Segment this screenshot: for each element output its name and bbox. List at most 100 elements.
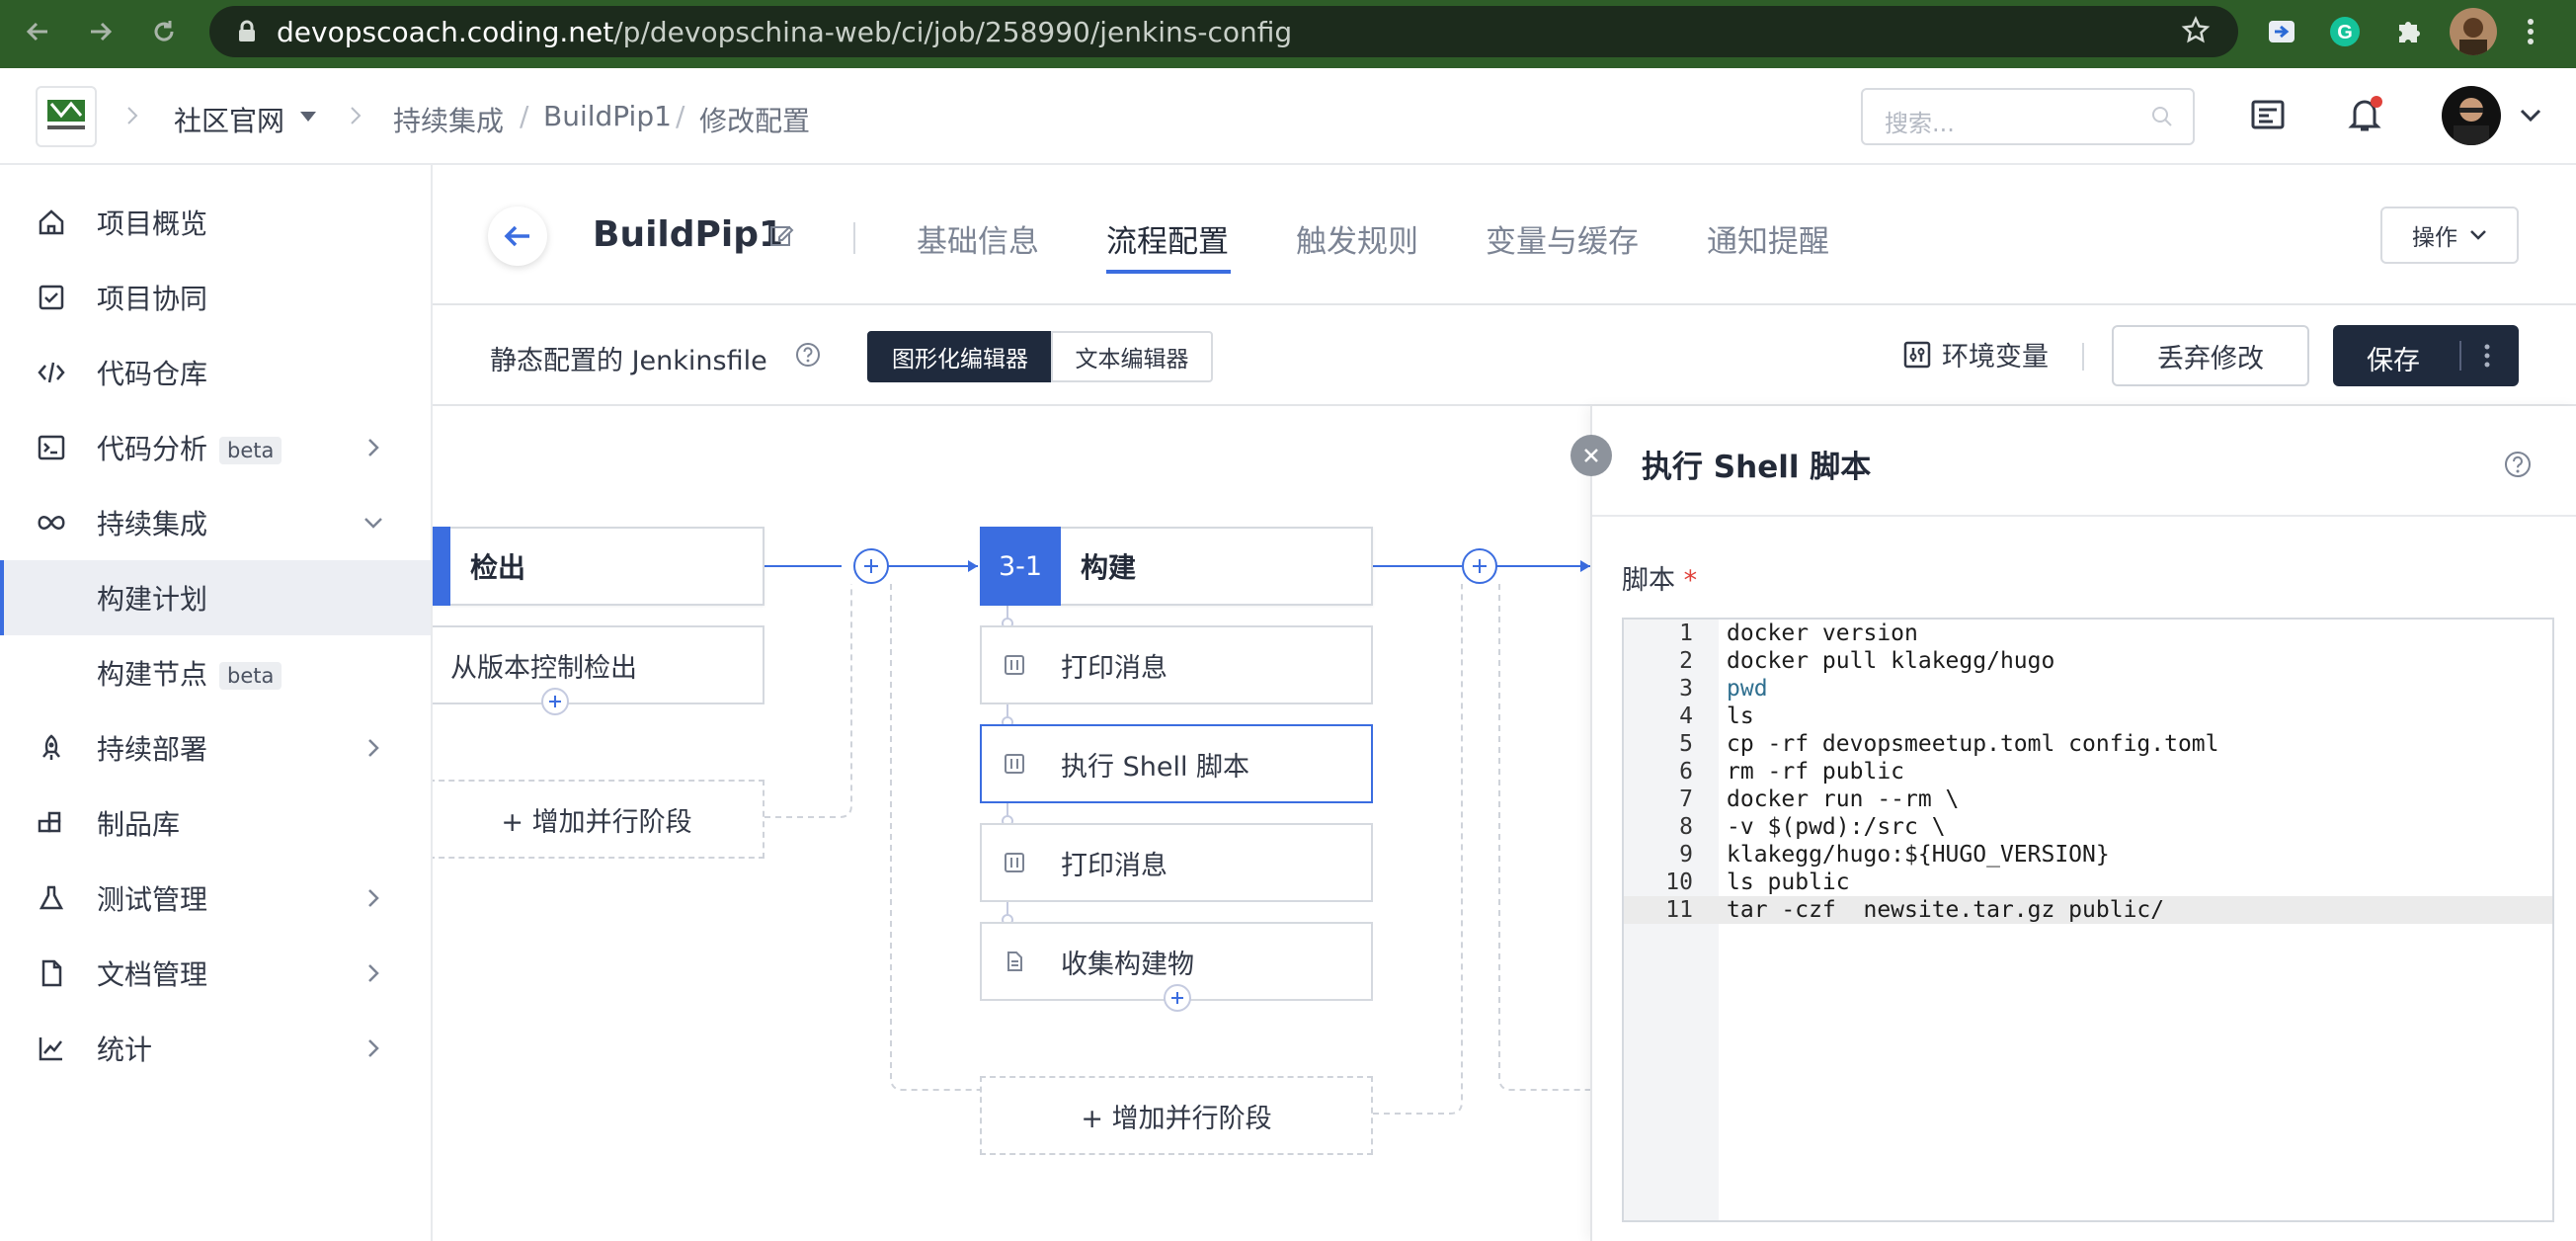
add-step-plus-icon[interactable]: [541, 688, 569, 715]
sidebar-item-label: 持续集成: [97, 508, 208, 540]
sliders-icon: [1005, 655, 1024, 675]
tasks-icon[interactable]: [2250, 98, 2286, 133]
beta-badge: beta: [219, 437, 282, 464]
editor-toolbar: 静态配置的 Jenkinsfile 图形化编辑器 文本编辑器 环境变量 丢弃修改…: [433, 305, 2576, 406]
package-icon: [36, 807, 67, 839]
breadcrumb-ci[interactable]: 持续集成: [393, 100, 504, 139]
close-panel-button[interactable]: [1570, 435, 1612, 476]
sidebar-item-code-analysis[interactable]: 代码分析 beta: [0, 410, 431, 485]
breadcrumb-job[interactable]: BuildPip1: [543, 100, 672, 132]
tab-basic-info[interactable]: 基础信息: [917, 216, 1039, 261]
step-checkout-scm[interactable]: 从版本控制检出: [433, 625, 765, 704]
beta-badge: beta: [219, 662, 282, 690]
sidebar-item-repository[interactable]: 代码仓库: [0, 335, 431, 410]
help-icon[interactable]: [2503, 450, 2533, 479]
reload-icon[interactable]: [144, 12, 184, 51]
code-line: 10 ls public: [1624, 869, 2552, 896]
step-label: 收集构建物: [1061, 949, 1194, 980]
sidebar-item-ci[interactable]: 持续集成: [0, 485, 431, 560]
terminal-icon: [36, 432, 67, 463]
grammarly-icon[interactable]: G: [2327, 14, 2363, 49]
add-parallel-stage-button[interactable]: + 增加并行阶段: [980, 1076, 1373, 1155]
add-stage-plus-icon[interactable]: [853, 548, 889, 584]
sidebar-item-build-plans[interactable]: 构建计划: [0, 560, 431, 635]
code-text: docker pull klakegg/hugo: [1727, 648, 2055, 674]
add-stage-plus-icon[interactable]: [1462, 548, 1497, 584]
code-line: 8 -v $(pwd):/src \: [1624, 813, 2552, 841]
address-bar[interactable]: devopscoach.coding.net/p/devopschina-web…: [209, 6, 2238, 57]
job-title: BuildPip1: [593, 214, 784, 255]
chevron-right-icon: [362, 884, 385, 912]
tab-notifications[interactable]: 通知提醒: [1707, 216, 1829, 261]
user-avatar[interactable]: [2442, 86, 2501, 145]
sidebar: 项目概览 项目协同 代码仓库 代码分析 beta 持续集成 构建计划 构建节点 be…: [0, 165, 433, 1241]
sidebar-item-label: 代码分析 beta: [97, 428, 282, 467]
env-vars-label: 环境变量: [1942, 342, 2049, 372]
sidebar-item-overview[interactable]: 项目概览: [0, 185, 431, 260]
job-header: BuildPip1 基础信息 流程配置 触发规则 变量与缓存 通知提醒 操作: [433, 165, 2576, 305]
discard-button[interactable]: 丢弃修改: [2112, 325, 2309, 386]
sidebar-item-build-nodes[interactable]: 构建节点 beta: [0, 635, 431, 710]
app-topbar: 社区官网 持续集成 / BuildPip1 / 修改配置 搜索...: [0, 68, 2576, 165]
chevron-right-icon: [362, 434, 385, 461]
step-shell-script[interactable]: 执行 Shell 脚本: [980, 724, 1373, 803]
line-number: 1: [1679, 620, 1693, 646]
add-step-plus-icon[interactable]: [1164, 984, 1191, 1012]
team-logo[interactable]: [36, 86, 97, 147]
stage-build[interactable]: 3-1 构建: [980, 527, 1373, 606]
breadcrumb-separator: /: [520, 100, 529, 132]
more-icon[interactable]: [2483, 343, 2491, 369]
edit-icon[interactable]: [768, 222, 794, 248]
code-line: 5 cp -rf devopsmeetup.toml config.toml: [1624, 730, 2552, 758]
sidebar-item-cd[interactable]: 持续部署: [0, 710, 431, 786]
stage-checkout[interactable]: 检出: [433, 527, 765, 606]
tab-variables-cache[interactable]: 变量与缓存: [1486, 216, 1639, 261]
sliders-icon: [1903, 341, 1931, 368]
text-editor-toggle[interactable]: 文本编辑器: [1051, 331, 1213, 382]
url-path: /p/devopschina-web/ci/job/258990/jenkins…: [613, 16, 1293, 48]
chevron-down-icon: [2470, 230, 2486, 240]
script-code-editor[interactable]: 1 docker version 2 docker pull klakegg/hug…: [1622, 618, 2554, 1222]
url-text: devopscoach.coding.net/p/devopschina-web…: [277, 16, 1292, 48]
notification-bell-icon[interactable]: [2345, 94, 2384, 133]
chevron-down-icon[interactable]: [2519, 108, 2542, 124]
graphical-editor-toggle[interactable]: 图形化编辑器: [867, 331, 1053, 382]
bookmark-star-icon[interactable]: [2181, 16, 2211, 45]
tab-pipeline-config[interactable]: 流程配置: [1106, 216, 1229, 261]
line-number: 6: [1679, 759, 1693, 785]
puzzle-icon[interactable]: [2390, 14, 2426, 49]
code-line: 6 rm -rf public: [1624, 758, 2552, 786]
step-print-message[interactable]: 打印消息: [980, 625, 1373, 704]
code-text: tar -czf newsite.tar.gz public/: [1727, 897, 2165, 923]
sidebar-item-artifacts[interactable]: 制品库: [0, 786, 431, 861]
help-icon[interactable]: [794, 341, 822, 369]
team-switcher[interactable]: 社区官网: [174, 100, 284, 139]
env-vars-button[interactable]: 环境变量: [1902, 335, 2049, 373]
extension-icon[interactable]: [2264, 14, 2299, 49]
sidebar-item-docs[interactable]: 文档管理: [0, 936, 431, 1011]
profile-avatar[interactable]: [2450, 8, 2497, 55]
search-input[interactable]: 搜索...: [1861, 88, 2195, 145]
add-parallel-stage-button[interactable]: + 增加并行阶段: [433, 780, 765, 859]
infinity-icon: [36, 507, 67, 538]
sidebar-item-label: 代码仓库: [97, 358, 208, 390]
step-label: 打印消息: [1061, 850, 1167, 881]
sidebar-item-collaboration[interactable]: 项目协同: [0, 260, 431, 335]
caret-down-icon[interactable]: [298, 110, 318, 124]
code-line-active: 11 tar -czf newsite.tar.gz public/: [1624, 896, 2552, 924]
step-print-message[interactable]: 打印消息: [980, 823, 1373, 902]
operations-button[interactable]: 操作: [2380, 207, 2519, 264]
back-button[interactable]: [488, 207, 547, 266]
line-number: 3: [1679, 676, 1693, 702]
sidebar-item-testing[interactable]: 测试管理: [0, 861, 431, 936]
code-text: cp -rf devopsmeetup.toml config.toml: [1727, 731, 2219, 757]
forward-arrow-icon[interactable]: [81, 12, 121, 51]
menu-kebab-icon[interactable]: [2513, 14, 2548, 49]
sidebar-item-stats[interactable]: 统计: [0, 1011, 431, 1086]
tab-triggers[interactable]: 触发规则: [1296, 216, 1418, 261]
search-placeholder: 搜索...: [1885, 110, 1955, 137]
step-label: 执行 Shell 脚本: [1061, 751, 1250, 783]
save-button[interactable]: 保存: [2333, 325, 2519, 386]
back-arrow-icon[interactable]: [18, 12, 57, 51]
sidebar-item-text: 构建节点: [97, 658, 208, 691]
